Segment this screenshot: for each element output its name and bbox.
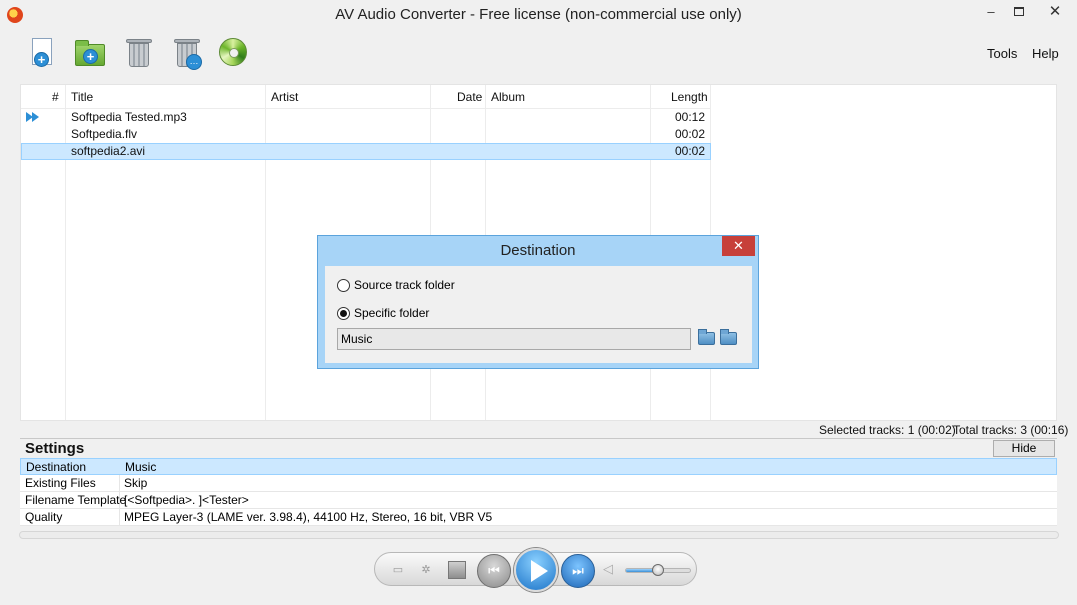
settings-heading: Settings	[25, 440, 85, 457]
column-header-title[interactable]: Title	[71, 90, 93, 104]
toolbar: + + … Tools Help	[0, 30, 1077, 80]
plus-icon: +	[83, 49, 98, 64]
settings-value: MPEG Layer-3 (LAME ver. 3.98.4), 44100 H…	[124, 510, 493, 524]
settings-row-existing-files[interactable]: Existing Files Skip	[20, 475, 1057, 492]
window-title: AV Audio Converter - Free license (non-c…	[335, 6, 742, 23]
delete-button[interactable]	[121, 36, 155, 72]
plus-icon: +	[34, 52, 49, 67]
table-row[interactable]: Softpedia.flv 00:02	[21, 126, 711, 143]
settings-row-quality[interactable]: Quality MPEG Layer-3 (LAME ver. 3.98.4),…	[20, 509, 1057, 526]
previous-button[interactable]: ⏮	[477, 554, 511, 588]
settings-row-filename-template[interactable]: Filename Template [<Softpedia>. ]<Tester…	[20, 492, 1057, 509]
maximize-icon	[1014, 6, 1024, 16]
trash-icon	[129, 43, 149, 67]
dialog-title: Destination	[500, 242, 576, 259]
specific-folder-option[interactable]: Specific folder	[337, 306, 429, 320]
play-button[interactable]	[514, 548, 558, 592]
menu-tools[interactable]: Tools	[987, 46, 1017, 61]
divider	[20, 438, 1057, 439]
minimize-button[interactable]: –	[977, 0, 1005, 22]
table-row-selected[interactable]: softpedia2.avi 00:02	[21, 143, 711, 160]
playlist-icon[interactable]: ▭	[391, 563, 405, 577]
stop-button[interactable]	[448, 561, 466, 579]
settings-key: Destination	[26, 460, 87, 474]
settings-value: Music	[125, 460, 157, 474]
settings-value: [<Softpedia>. ]<Tester>	[124, 493, 249, 507]
radio-button[interactable]	[337, 306, 350, 320]
track-length: 00:02	[675, 144, 706, 158]
more-icon: …	[186, 54, 202, 70]
column-header-artist[interactable]: Artist	[271, 90, 298, 104]
menu-help[interactable]: Help	[1032, 46, 1059, 61]
add-file-button[interactable]: +	[26, 36, 60, 72]
track-title: softpedia2.avi	[71, 144, 146, 158]
now-playing-icon	[25, 112, 41, 123]
specific-folder-label: Specific folder	[354, 306, 430, 320]
settings-value: Skip	[124, 476, 148, 490]
browse-folder-icon[interactable]	[720, 329, 737, 345]
settings-key: Existing Files	[25, 476, 96, 490]
horizontal-scrollbar[interactable]	[19, 531, 1059, 539]
source-folder-option[interactable]: Source track folder	[337, 278, 455, 292]
settings-key: Quality	[25, 510, 63, 524]
destination-dialog: Destination ✕ Source track folder Specif…	[317, 235, 759, 369]
dialog-close-button[interactable]: ✕	[722, 236, 755, 256]
folder-path-input[interactable]: Music	[337, 328, 691, 350]
volume-icon: ◁	[603, 561, 613, 576]
radio-button[interactable]	[337, 278, 350, 292]
convert-disc-icon	[219, 38, 247, 66]
total-tracks-status: Total tracks: 3 (00:16)	[953, 423, 1069, 437]
column-header-date[interactable]: Date	[457, 90, 482, 104]
column-header-number[interactable]: #	[52, 90, 59, 104]
settings-key: Filename Template	[25, 493, 127, 507]
column-header-album[interactable]: Album	[491, 90, 525, 104]
track-title: Softpedia.flv	[71, 127, 138, 141]
open-folder-icon[interactable]	[698, 329, 715, 345]
track-title: Softpedia Tested.mp3	[71, 110, 187, 124]
track-length: 00:02	[675, 127, 706, 141]
convert-button[interactable]	[216, 36, 250, 72]
settings-row-destination[interactable]: Destination Music	[20, 458, 1057, 475]
delete-all-button[interactable]: …	[169, 36, 203, 72]
title-bar: AV Audio Converter - Free license (non-c…	[0, 0, 1077, 30]
volume-slider-thumb[interactable]	[652, 564, 664, 576]
settings-table: Destination Music Existing Files Skip Fi…	[20, 458, 1057, 526]
source-folder-label: Source track folder	[354, 278, 455, 292]
next-button[interactable]: ⏭	[561, 554, 595, 588]
table-row[interactable]: Softpedia Tested.mp3 00:12	[21, 109, 711, 126]
maximize-button[interactable]	[1005, 0, 1033, 22]
track-length: 00:12	[675, 110, 706, 124]
player-controls: ▭ ✲ ⏮ ⏭ ◁	[374, 548, 697, 592]
selected-tracks-status: Selected tracks: 1 (00:02)	[819, 423, 956, 437]
hide-settings-button[interactable]: Hide	[993, 440, 1055, 457]
close-button[interactable]: ✕	[1033, 0, 1077, 22]
add-folder-button[interactable]: +	[73, 36, 107, 72]
column-header-length[interactable]: Length	[671, 90, 708, 104]
dialog-body: Source track folder Specific folder Musi…	[325, 266, 752, 363]
shuffle-icon[interactable]: ✲	[419, 563, 433, 577]
